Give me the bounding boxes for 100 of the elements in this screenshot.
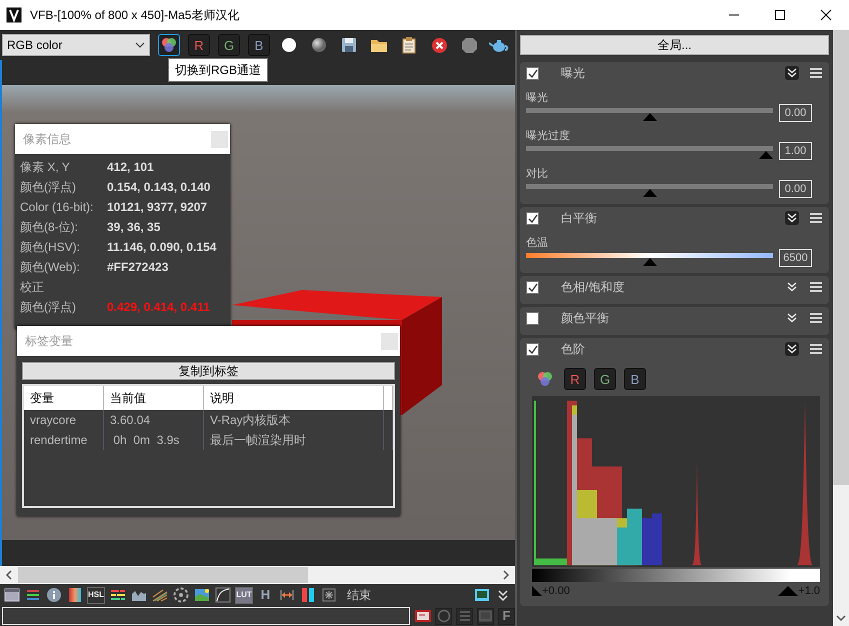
hsl-button[interactable]: HSL [87,586,105,604]
rgb-circles-icon [160,36,178,54]
slider-label: 曝光 [526,91,549,104]
value-field[interactable]: 0.00 [779,180,812,198]
circle-icon [436,609,451,623]
value-field[interactable]: 1.00 [779,142,812,160]
checkmark-icon [528,282,538,292]
info-label: 颜色(浮点) [20,299,77,316]
left-handle-icon [532,586,542,596]
gradient-button[interactable] [66,586,83,604]
info-value: 412, 101 [107,159,154,176]
maximize-icon [774,9,786,21]
letter-button[interactable]: H [257,586,274,604]
menu-icon [810,344,822,354]
expand-button[interactable] [785,280,799,294]
section-title: 色相/饱和度 [561,279,626,296]
double-chevron-icon [787,68,797,78]
info-button[interactable] [45,586,62,604]
info-value: #FF272423 [107,259,168,276]
global-button[interactable]: 全局... [520,35,829,55]
levels-channel-button[interactable]: R [564,368,586,390]
double-chevron-icon [787,313,797,323]
section-title: 曝光 [561,65,586,82]
status-input-field[interactable] [2,607,410,625]
monitor-icon [474,588,490,602]
levels-channel-button[interactable]: B [624,368,646,390]
slider-thumb[interactable] [759,151,773,159]
expand-button[interactable] [785,211,799,225]
split-button[interactable] [299,586,316,604]
enable-checkbox[interactable] [526,342,539,356]
x-circle-icon [430,36,448,54]
close-icon [820,9,832,21]
wheel-icon [172,587,188,603]
slider-thumb[interactable] [642,113,656,121]
rgb-channel-button[interactable] [158,34,180,56]
scrollbar-thumb[interactable] [18,567,308,583]
slider-thumb[interactable] [642,189,656,197]
rgb-circles-icon [536,370,554,388]
scrollbar-thumb[interactable] [833,30,849,485]
value-field[interactable]: 0.00 [779,104,812,122]
scroll-left-icon [4,570,14,580]
section-title: 色阶 [561,341,586,358]
frame-icon [414,610,431,622]
image-button[interactable] [193,586,210,604]
enable-checkbox[interactable] [526,212,539,224]
table-cell: 0h 0m 3.9s [104,430,204,450]
info-label: 颜色(浮点) [20,179,77,196]
enable-checkbox[interactable] [526,312,539,324]
table-cell: 3.60.04 [104,410,204,430]
curve-icon [214,587,230,603]
clipboard-icon [402,36,416,54]
info-label: 颜色(8-位): [20,219,79,236]
tooltip: 切换到RGB通道 [168,58,268,82]
stripes-button[interactable] [151,586,168,604]
column-header[interactable]: 说明 [204,386,384,410]
section-title: 颜色平衡 [561,310,610,327]
channel-button[interactable]: R [188,34,210,56]
info-value: 0.429, 0.414, 0.411 [107,299,210,316]
enable-checkbox[interactable] [526,280,539,294]
menu-icon [810,68,822,78]
lut-button[interactable]: LUT [235,586,253,604]
stop-sign-icon [460,36,478,54]
double-arrow-icon [278,589,294,601]
monitor-button[interactable] [473,586,490,604]
enable-checkbox[interactable] [526,66,539,80]
display-mode-dropdown[interactable]: RGB color [2,34,150,56]
slider-thumb[interactable] [642,258,656,266]
menu-icon [810,282,822,292]
scroll-right-icon [501,570,511,580]
shaded-sphere-icon [311,37,327,53]
diagonal-lines-icon [152,588,168,602]
split-icon [300,587,316,603]
expand-button[interactable] [785,342,799,356]
dropdown-caret-icon [135,42,145,48]
folder-icon [370,37,388,53]
expand-button[interactable] [785,66,799,80]
channel-button[interactable]: B [248,34,270,56]
scroll-down-icon [836,614,846,622]
frame-button[interactable] [414,608,432,624]
copy-to-tag-button[interactable]: 复制到标签 [22,362,395,380]
curve-button[interactable] [214,586,231,604]
landscape-icon [194,588,210,602]
expand-button[interactable] [785,311,799,325]
column-header[interactable]: 变量 [24,386,104,410]
info-value: 10121, 9377, 9207 [107,199,208,216]
window-button[interactable] [3,586,20,604]
info-label: 颜色(HSV): [20,239,81,256]
info-label: 校正 [20,279,45,296]
table-cell: vraycore [24,410,104,430]
column-header[interactable]: 当前值 [104,386,204,410]
end-label: 结束 [347,587,371,604]
checkmark-icon [528,214,538,222]
wheel-button[interactable] [172,586,189,604]
sphere-icon [281,37,297,53]
value-field[interactable]: 6500 [779,249,812,267]
channel-button[interactable]: G [218,34,240,56]
levels-channel-button[interactable]: G [594,368,616,390]
list-icon [458,609,472,623]
grid-icon [322,588,336,602]
grid-button[interactable] [320,586,337,604]
